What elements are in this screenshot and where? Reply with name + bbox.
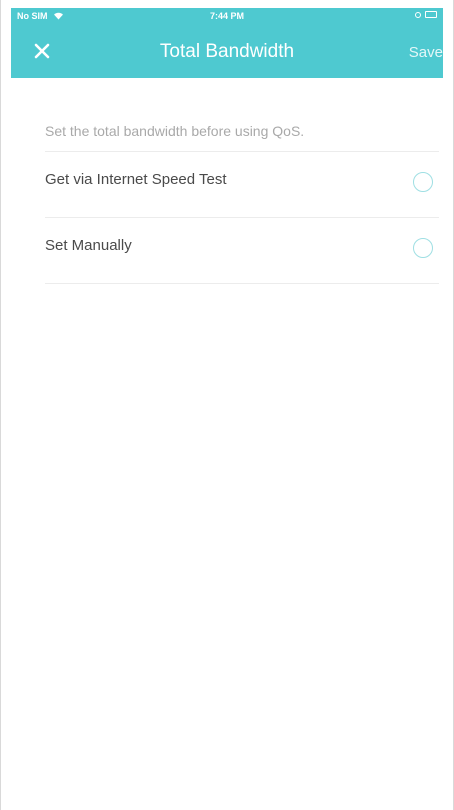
top-bar: No SIM 7:44 PM Total Bandwidth Save	[11, 8, 443, 78]
status-right	[415, 11, 437, 18]
location-icon	[415, 11, 421, 18]
option-label: Get via Internet Speed Test	[45, 171, 227, 188]
hint-text: Set the total bandwidth before using QoS…	[45, 113, 439, 152]
save-button[interactable]: Save	[409, 44, 443, 61]
status-bar: No SIM 7:44 PM	[11, 8, 443, 24]
option-speed-test[interactable]: Get via Internet Speed Test	[45, 152, 439, 218]
radio-button[interactable]	[413, 172, 433, 192]
nav-bar: Total Bandwidth Save	[11, 24, 443, 78]
status-time: 7:44 PM	[209, 11, 244, 21]
option-label: Set Manually	[45, 237, 132, 254]
page-title: Total Bandwidth	[159, 41, 295, 62]
phone-screen: No SIM 7:44 PM Total Bandwidth Save Set …	[0, 0, 454, 810]
battery-icon	[425, 11, 437, 18]
main-content: Set the total bandwidth before using QoS…	[45, 113, 439, 284]
option-set-manually[interactable]: Set Manually	[45, 218, 439, 284]
radio-button[interactable]	[413, 238, 433, 258]
